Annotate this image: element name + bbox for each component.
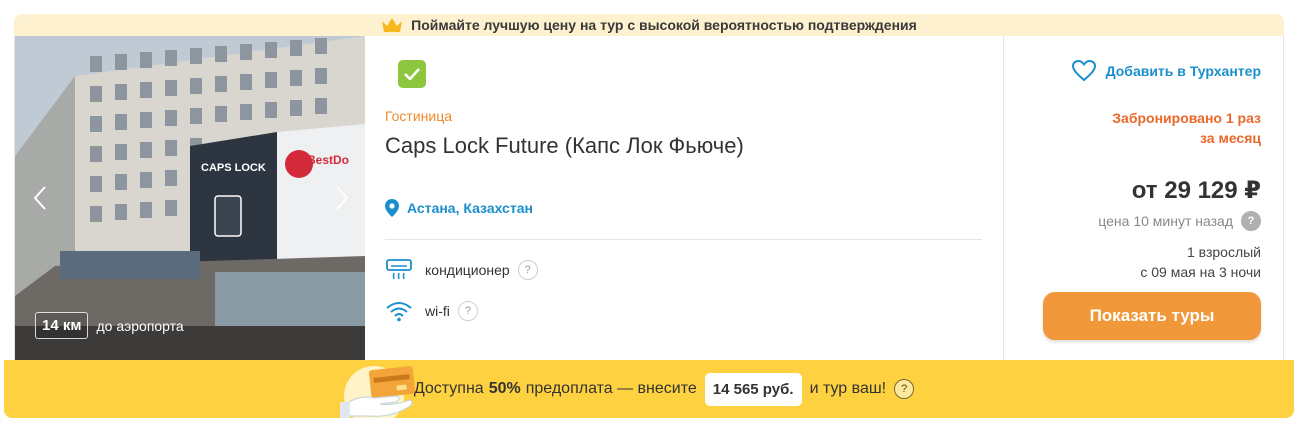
- amenity-help-icon[interactable]: ?: [517, 260, 538, 280]
- tour-price: от 29 129 ₽: [1131, 177, 1261, 204]
- pax-line-2: с 09 мая на 3 ночи: [1140, 264, 1261, 280]
- amenity-label: wi-fi: [425, 303, 450, 319]
- hotel-location[interactable]: Астана, Казахстан: [385, 199, 533, 217]
- price-panel: Добавить в Турхантер Забронировано 1 раз…: [1003, 36, 1285, 362]
- air-conditioner-icon: [385, 258, 413, 282]
- amenity-label: кондиционер: [425, 262, 510, 278]
- verified-badge: [398, 60, 426, 88]
- chevron-right-icon: [336, 186, 349, 210]
- prepay-text-after: и тур ваш!: [809, 380, 887, 397]
- top-banner: Поймайте лучшую цену на тур с высокой ве…: [14, 14, 1284, 36]
- prepayment-text: Доступна 50% предоплата — внесите 14 565…: [413, 372, 915, 406]
- wishlist-label: Добавить в Турхантер: [1105, 63, 1261, 79]
- caps-lock-sign: CAPS LOCK: [201, 162, 266, 174]
- price-help-icon[interactable]: ?: [1241, 211, 1261, 231]
- travel-details: 1 взрослый с 09 мая на 3 ночи: [1140, 242, 1261, 282]
- booked-line-1: Забронировано 1 раз: [1112, 110, 1261, 126]
- amenity-help-icon[interactable]: ?: [457, 301, 478, 321]
- photo-next-button[interactable]: [329, 176, 355, 220]
- wifi-icon: [385, 299, 413, 323]
- show-tours-button[interactable]: Показать туры: [1043, 292, 1261, 340]
- airport-distance: 14 км до аэропорта: [35, 312, 184, 339]
- prepay-help-icon[interactable]: ?: [894, 379, 915, 399]
- prepay-amount: 14 565 руб.: [704, 372, 802, 406]
- price-age: цена 10 минут назад ?: [1098, 211, 1261, 231]
- pax-line-1: 1 взрослый: [1187, 244, 1261, 260]
- add-to-tourhunter-button[interactable]: Добавить в Турхантер: [1071, 60, 1261, 82]
- map-pin-icon: [385, 199, 399, 217]
- check-icon: [404, 68, 420, 80]
- booked-line-2: за месяц: [1200, 130, 1261, 146]
- location-text: Астана, Казахстан: [407, 200, 533, 216]
- banner-text: Поймайте лучшую цену на тур с высокой ве…: [411, 17, 917, 33]
- bestdo-sign: BestDo: [307, 153, 349, 167]
- hotel-card: CAPS LOCK BestDo 14 км до аэропорта Гост…: [14, 36, 1284, 362]
- distance-value: 14 км: [35, 312, 89, 339]
- hotel-photo[interactable]: CAPS LOCK BestDo 14 км до аэропорта: [15, 36, 365, 362]
- amenity-wifi: wi-fi ?: [385, 299, 478, 323]
- divider: [385, 239, 982, 240]
- amenity-air-conditioner: кондиционер ?: [385, 258, 538, 282]
- hotel-info: Гостиница Caps Lock Future (Капс Лок Фью…: [365, 36, 1003, 362]
- heart-icon: [1071, 60, 1096, 82]
- prepay-percent: 50%: [488, 380, 521, 397]
- prepayment-banner: Доступна 50% предоплата — внесите 14 565…: [4, 360, 1294, 418]
- prepay-text-before: Доступна: [413, 380, 484, 397]
- card-in-hand-icon: [340, 366, 416, 418]
- price-age-text: цена 10 минут назад: [1098, 213, 1233, 229]
- distance-label: до аэропорта: [96, 317, 184, 334]
- chevron-left-icon: [33, 186, 46, 210]
- crown-icon: [382, 18, 403, 32]
- booked-count: Забронировано 1 раз за месяц: [1061, 108, 1261, 148]
- hotel-name[interactable]: Caps Lock Future (Капс Лок Фьюче): [385, 133, 744, 159]
- prepay-text-middle: предоплата — внесите: [525, 380, 697, 397]
- hotel-type: Гостиница: [385, 108, 453, 124]
- photo-prev-button[interactable]: [27, 176, 53, 220]
